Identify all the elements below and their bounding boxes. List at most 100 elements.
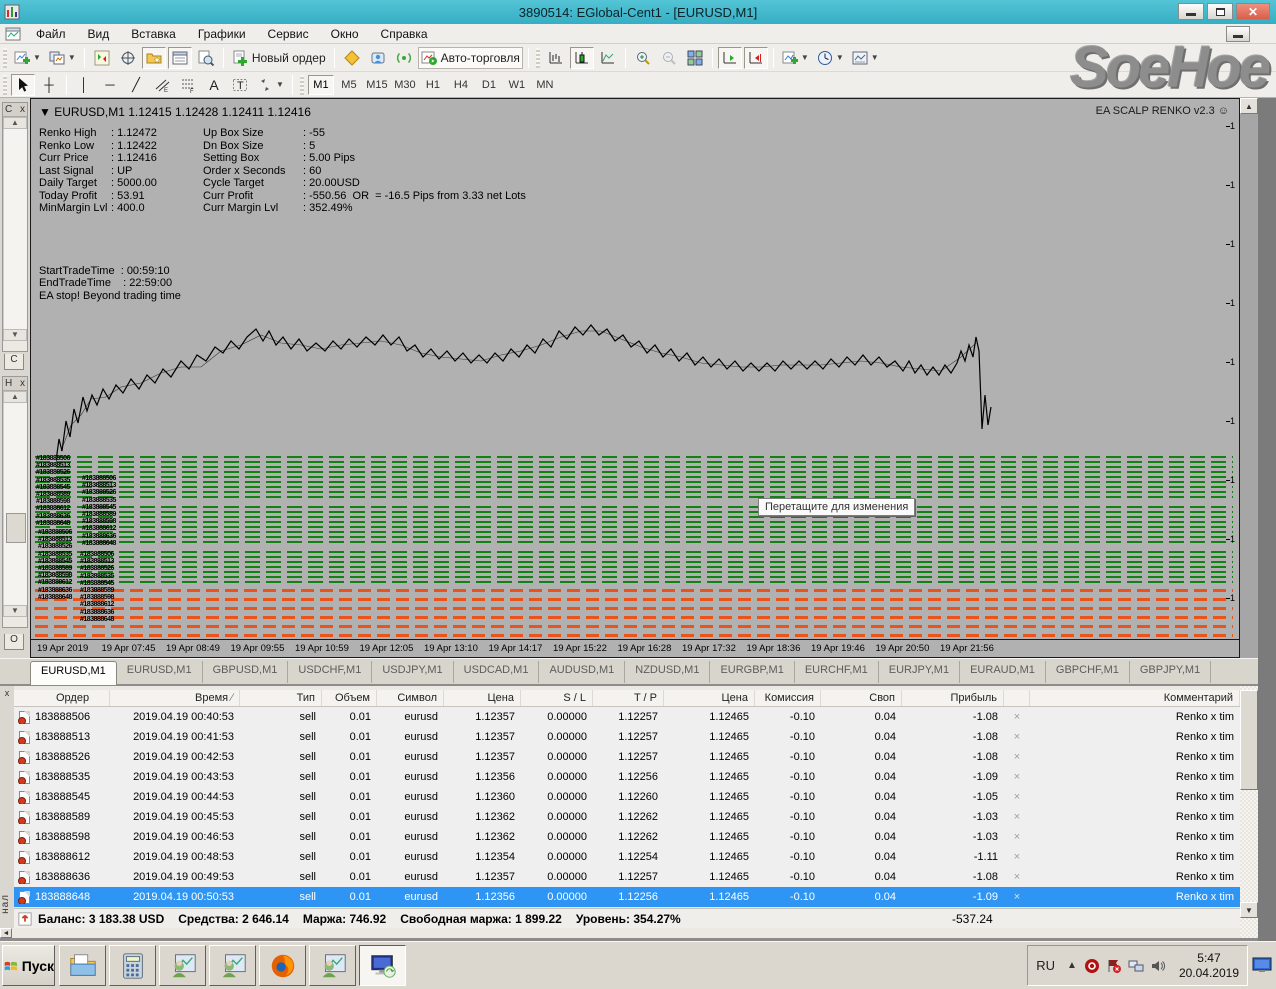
menu-item[interactable]: Графики [187,25,257,43]
chart-tab[interactable]: EURJPY,M1 [879,661,960,683]
indicators-dropdown[interactable]: ▼ [779,47,812,69]
navigator-toggle[interactable] [142,47,166,69]
col-header-type[interactable]: Тип [240,690,322,706]
close-button[interactable]: ✕ [1236,3,1270,20]
strategy-tester-toggle[interactable] [194,47,218,69]
panel-tab[interactable]: C [4,354,24,370]
menu-item[interactable]: Окно [320,25,370,43]
timeframe-button[interactable]: M1 [308,75,334,95]
menu-item[interactable]: Сервис [257,25,320,43]
scroll-thumb[interactable] [6,513,26,543]
new-chart-button[interactable]: ▼ [11,47,44,69]
menu-item[interactable]: Вид [77,25,121,43]
chart-tab[interactable]: AUDUSD,M1 [539,661,625,683]
arrows-dropdown[interactable]: ▼ [254,74,287,96]
chart-shift-toggle[interactable] [744,47,768,69]
close-order-button[interactable]: × [1004,871,1030,883]
tray-clock[interactable]: 5:47 20.04.2019 [1179,951,1239,981]
volume-tray-icon[interactable] [1150,958,1166,974]
terminal-side-tab[interactable]: нал [0,894,13,914]
templates-dropdown[interactable]: ▼ [849,47,882,69]
toolbar-grip[interactable] [300,75,304,95]
timeframe-button[interactable]: H4 [448,75,474,95]
taskbar-remote-desktop-button[interactable] [359,945,406,986]
close-order-button[interactable]: × [1004,731,1030,743]
close-order-button[interactable]: × [1004,851,1030,863]
order-row[interactable]: 183888526 2019.04.19 00:42:53 sell 0.01 … [14,747,1240,767]
horizontal-line-button[interactable]: ─ [98,74,122,96]
panel-close-icon[interactable]: x [20,104,25,115]
market-watch-toggle[interactable] [90,47,114,69]
col-header-comment[interactable]: Комментарий [1030,690,1240,706]
start-button[interactable]: Пуск [2,945,55,986]
scroll-down-icon[interactable]: ▼ [1240,902,1258,918]
taskbar-calculator-button[interactable] [109,945,156,986]
timeframe-button[interactable]: H1 [420,75,446,95]
autoscroll-toggle[interactable] [718,47,742,69]
col-header-profit[interactable]: Прибыль [902,690,1004,706]
toolbar-grip[interactable] [3,48,7,68]
taskbar-mt4-button-2[interactable] [209,945,256,986]
chart-tab[interactable]: EURGBP,M1 [710,661,794,683]
chart-line-button[interactable] [596,47,620,69]
language-indicator[interactable]: RU [1036,958,1055,973]
chart-tab[interactable]: USDCHF,M1 [288,661,372,683]
tile-windows-button[interactable] [683,47,707,69]
flag-tray-icon[interactable] [1106,958,1122,974]
toolbar-grip[interactable] [3,75,7,95]
data-window-toggle[interactable] [116,47,140,69]
metaeditor-button[interactable] [340,47,364,69]
close-order-button[interactable]: × [1004,791,1030,803]
close-order-button[interactable]: × [1004,891,1030,903]
cursor-button[interactable] [11,74,35,96]
taskbar-firefox-button[interactable] [259,945,306,986]
scroll-thumb[interactable] [1240,690,1258,790]
chart-tab[interactable]: EURCHF,M1 [795,661,879,683]
order-row[interactable]: 183888589 2019.04.19 00:45:53 sell 0.01 … [14,807,1240,827]
chart-bars-button[interactable] [544,47,568,69]
toolbar-grip[interactable] [536,48,540,68]
terminal-horizontal-scrollbar[interactable]: ◄ [0,928,1240,938]
order-row[interactable]: 183888612 2019.04.19 00:48:53 sell 0.01 … [14,847,1240,867]
order-row[interactable]: 183888545 2019.04.19 00:44:53 sell 0.01 … [14,787,1240,807]
col-header-sl[interactable]: S / L [521,690,593,706]
sync-tray-icon[interactable] [1084,958,1100,974]
taskbar-mt4-button-3[interactable] [309,945,356,986]
col-header-symbol[interactable]: Символ [377,690,444,706]
col-header-price[interactable]: Цена [444,690,521,706]
col-header-order[interactable]: Ордер [14,690,110,706]
chart-tab[interactable]: EURUSD,M1 [30,661,117,685]
timeframe-button[interactable]: M5 [336,75,362,95]
restore-button[interactable] [1207,3,1233,20]
timeframe-button[interactable]: M15 [364,75,390,95]
vertical-line-button[interactable]: │ [72,74,96,96]
fibonacci-button[interactable]: F [176,74,200,96]
col-header-volume[interactable]: Объем [322,690,377,706]
text-label-button[interactable]: T [228,74,252,96]
chart-tab[interactable]: GBPCHF,M1 [1046,661,1130,683]
panel-close-icon[interactable]: x [20,378,25,389]
col-header-tp[interactable]: T / P [593,690,664,706]
chart-tab[interactable]: NZDUSD,M1 [625,661,710,683]
chart-candles-button[interactable] [570,47,594,69]
hidden-icons-chevron[interactable]: ▲ [1067,960,1077,971]
chart-tab[interactable]: USDJPY,M1 [372,661,453,683]
timeframe-button[interactable]: MN [532,75,558,95]
panel-tab[interactable]: O [4,634,24,650]
terminal-close-icon[interactable]: x [1,688,13,700]
profiles-button[interactable]: ▼ [46,47,79,69]
minimize-button[interactable] [1178,3,1204,20]
close-order-button[interactable]: × [1004,771,1030,783]
chart-tab[interactable]: GBPJPY,M1 [1130,661,1211,683]
col-header-time[interactable]: Время ∕ [110,690,240,706]
scroll-down-icon[interactable]: ▼ [3,605,27,617]
col-header-commission[interactable]: Комиссия [755,690,821,706]
timeframe-button[interactable]: M30 [392,75,418,95]
show-desktop-button[interactable] [1250,948,1274,982]
periods-dropdown[interactable]: ▼ [814,47,847,69]
order-row[interactable]: 183888598 2019.04.19 00:46:53 sell 0.01 … [14,827,1240,847]
scroll-up-icon[interactable]: ▲ [3,117,27,129]
new-order-button[interactable]: Новый ордер [229,47,329,69]
chart-vertical-scrollbar[interactable]: ▲ [1240,98,1258,658]
taskbar-mt4-button-1[interactable] [159,945,206,986]
